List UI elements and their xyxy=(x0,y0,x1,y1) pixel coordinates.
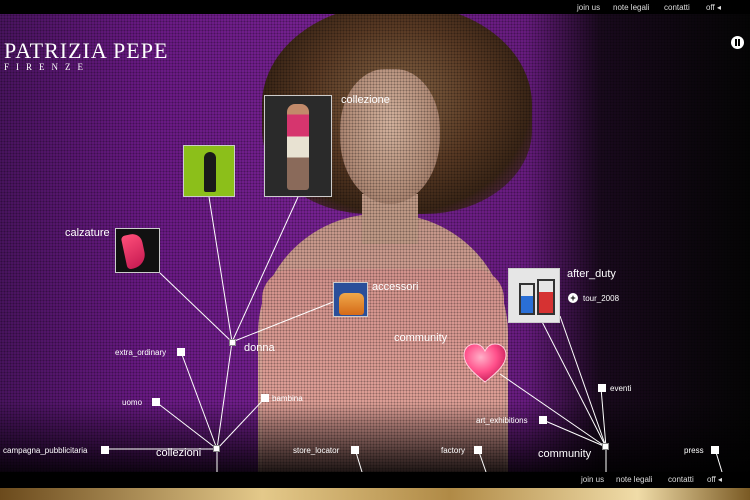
heart-icon[interactable] xyxy=(462,342,508,384)
eventi-node[interactable] xyxy=(598,384,606,392)
after-duty-thumbnail[interactable] xyxy=(508,268,560,323)
bottom-nav-join-us[interactable]: join us xyxy=(581,475,604,484)
store-locator-node[interactable] xyxy=(351,446,359,454)
menu-connector-lines xyxy=(104,196,723,473)
bottom-nav-contatti[interactable]: contatti xyxy=(668,475,694,484)
menu-accessori[interactable]: accessori xyxy=(372,281,418,293)
menu-collezioni[interactable]: collezioni xyxy=(156,447,201,459)
calzature-thumbnail[interactable] xyxy=(115,228,160,273)
accessori-thumbnail[interactable] xyxy=(333,282,368,317)
gold-footer-strip xyxy=(0,488,750,500)
menu-after-duty[interactable]: after_duty xyxy=(567,268,616,280)
press-node[interactable] xyxy=(711,446,719,454)
menu-calzature[interactable]: calzature xyxy=(65,227,110,239)
bottom-nav: join us note legali contatti off ◂ xyxy=(0,472,750,488)
menu-art-exhibitions[interactable]: art_exhibitions xyxy=(476,416,528,425)
menu-bambina[interactable]: bambina xyxy=(272,394,303,403)
menu-campagna-pubblicitaria[interactable]: campagna_pubblicitaria xyxy=(3,446,88,455)
runway-model-image xyxy=(287,104,309,190)
menu-donna[interactable]: donna xyxy=(244,342,275,354)
extra-ordinary-node[interactable] xyxy=(177,348,185,356)
menu-collezione[interactable]: collezione xyxy=(341,94,390,106)
menu-community[interactable]: community xyxy=(538,448,591,460)
menu-factory[interactable]: factory xyxy=(441,446,465,455)
menu-uomo[interactable]: uomo xyxy=(122,398,142,407)
lime-thumbnail[interactable] xyxy=(183,145,235,197)
collezione-thumbnail[interactable] xyxy=(264,95,332,197)
art-exhibitions-node[interactable] xyxy=(539,416,547,424)
menu-press[interactable]: press xyxy=(684,446,704,455)
bag-image xyxy=(339,293,364,315)
donna-hub xyxy=(229,339,236,346)
bottom-nav-note-legali[interactable]: note legali xyxy=(616,475,652,484)
plus-icon[interactable]: + xyxy=(568,293,578,303)
bottom-nav-sound-toggle[interactable]: off ◂ xyxy=(707,475,722,484)
glass-image xyxy=(537,279,555,315)
menu-eventi[interactable]: eventi xyxy=(610,384,631,393)
factory-node[interactable] xyxy=(474,446,482,454)
campagna-node[interactable] xyxy=(101,446,109,454)
uomo-node[interactable] xyxy=(152,398,160,406)
menu-community-center[interactable]: community xyxy=(394,332,447,344)
shoe-image xyxy=(120,232,148,270)
collezioni-hub xyxy=(213,445,220,452)
glass-image xyxy=(519,283,535,315)
bambina-node[interactable] xyxy=(261,394,269,402)
community-hub xyxy=(602,443,609,450)
menu-extra-ordinary[interactable]: extra_ordinary xyxy=(115,348,166,357)
menu-tour-2008[interactable]: tour_2008 xyxy=(583,294,619,303)
silhouette-image xyxy=(204,152,216,192)
menu-store-locator[interactable]: store_locator xyxy=(293,446,339,455)
